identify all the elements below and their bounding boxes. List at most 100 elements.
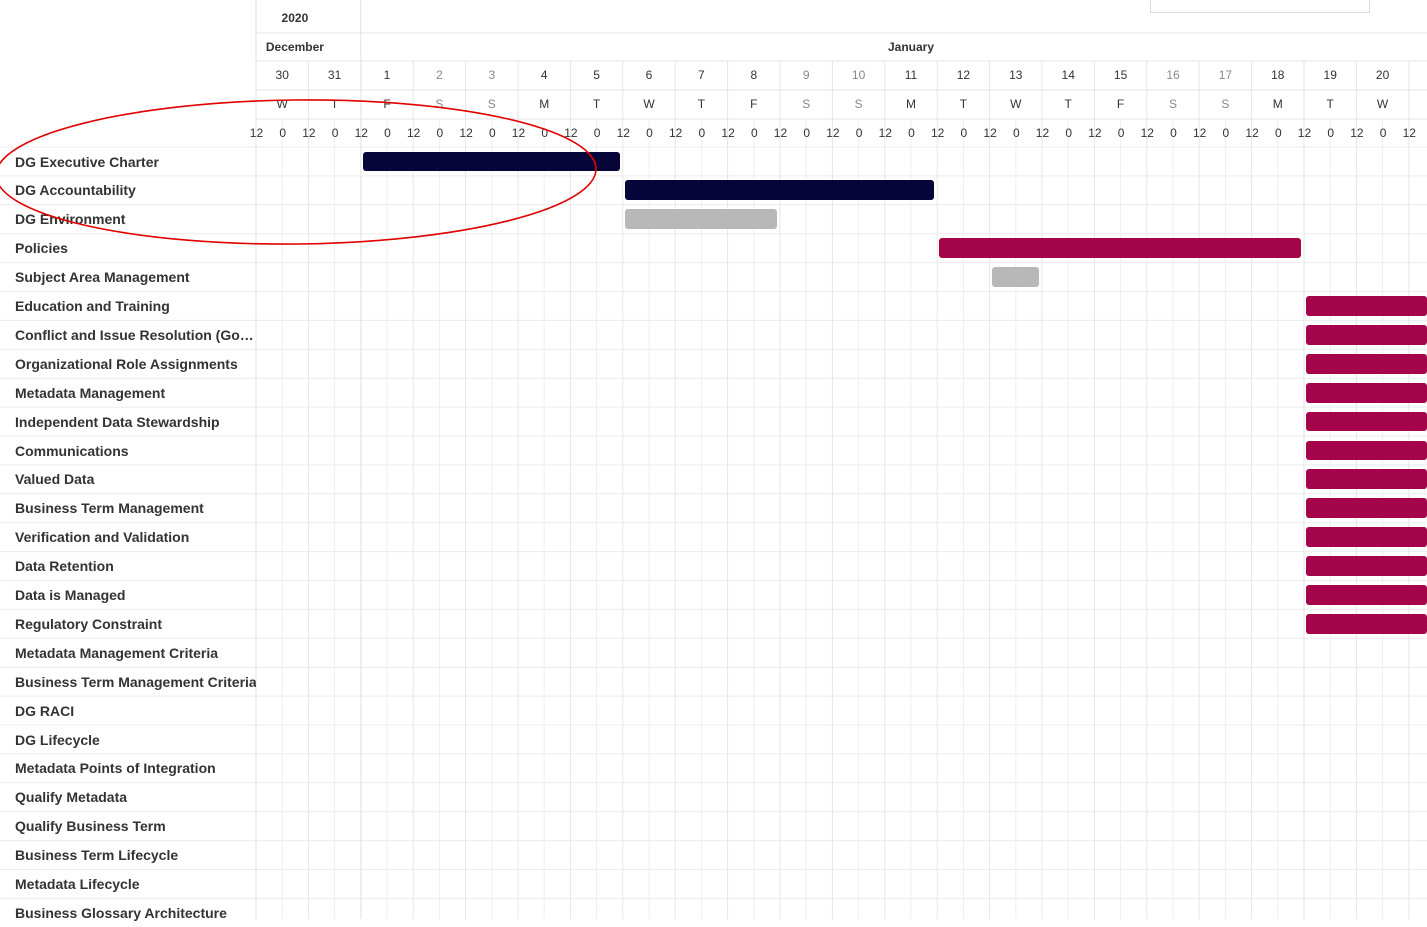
task-label[interactable]: Conflict and Issue Resolution (Go… (15, 321, 256, 349)
day-of-week-label: S (1168, 97, 1177, 111)
day-of-week-label: S (487, 97, 496, 111)
task-bar[interactable] (1306, 353, 1427, 374)
task-label[interactable]: Data Retention (15, 552, 256, 580)
task-bar[interactable] (1306, 440, 1427, 461)
hour-label: 0 (1117, 126, 1125, 140)
hour-label: 12 (669, 126, 683, 140)
day-date-label: 14 (1061, 68, 1075, 82)
day-date-label: 18 (1271, 68, 1285, 82)
task-bar[interactable] (624, 209, 777, 230)
day-of-week-label: S (802, 97, 811, 111)
hour-label: 12 (302, 126, 316, 140)
hour-label: 0 (436, 126, 444, 140)
task-bar[interactable] (1306, 296, 1427, 316)
hour-label: 0 (1422, 119, 1427, 147)
hour-label: 0 (803, 126, 811, 140)
month-label: January (887, 40, 934, 54)
hour-label: 0 (1327, 126, 1335, 140)
hour-label: 0 (541, 126, 549, 140)
task-label[interactable]: Metadata Lifecycle (15, 870, 256, 898)
task-label[interactable]: Metadata Points of Integration (15, 754, 256, 782)
task-label[interactable]: Valued Data (15, 465, 256, 493)
task-label[interactable]: DG Executive Charter (15, 148, 256, 176)
hour-label: 12 (1193, 126, 1207, 140)
day-of-week-label: T (330, 97, 339, 111)
task-label[interactable]: Communications (15, 437, 256, 465)
task-bar[interactable] (991, 267, 1039, 287)
task-label[interactable]: DG RACI (15, 697, 256, 725)
day-of-week-label: S (1221, 97, 1230, 111)
day-date-label: 13 (1009, 68, 1023, 82)
task-label[interactable]: DG Accountability (15, 176, 256, 204)
task-bar[interactable] (1306, 469, 1427, 490)
day-of-week-label: M (905, 97, 916, 111)
task-bar[interactable] (1306, 527, 1427, 548)
task-label[interactable]: Business Term Lifecycle (15, 841, 256, 869)
day-of-week-label: S (854, 97, 863, 111)
task-label[interactable]: DG Lifecycle (15, 726, 256, 754)
hour-label: 0 (1012, 126, 1020, 140)
task-label[interactable]: Business Glossary Architecture (15, 899, 256, 927)
hour-label: 12 (354, 126, 368, 140)
task-bar[interactable] (939, 238, 1301, 259)
task-bar[interactable] (1306, 324, 1427, 345)
hour-label: 0 (698, 126, 706, 140)
day-date-label: 19 (1323, 68, 1337, 82)
task-label[interactable]: Business Term Management (15, 494, 256, 522)
day-date-label: 10 (851, 68, 866, 82)
task-label[interactable]: Metadata Management (15, 379, 256, 407)
day-of-week-label: S (435, 97, 444, 111)
task-label[interactable]: Data is Managed (15, 581, 256, 609)
hour-label: 12 (983, 126, 997, 140)
task-label[interactable]: Subject Area Management (15, 263, 256, 291)
task-label[interactable]: Organizational Role Assignments (15, 350, 256, 378)
task-bar[interactable] (362, 151, 620, 172)
day-of-week-label: T (959, 97, 968, 111)
day-date-label: 16 (1166, 68, 1180, 82)
task-bar[interactable] (1306, 382, 1427, 403)
task-label[interactable]: Qualify Business Term (15, 812, 256, 840)
day-of-week-label: F (1116, 97, 1125, 111)
task-bar[interactable] (1306, 585, 1427, 605)
task-label[interactable]: DG Environment (15, 205, 256, 233)
hour-label: 12 (1140, 126, 1154, 140)
day-date-label: 17 (1218, 68, 1233, 82)
task-label[interactable]: Policies (15, 234, 256, 262)
hour-label: 0 (1065, 126, 1073, 140)
task-label[interactable]: Regulatory Constraint (15, 610, 256, 638)
hour-label: 0 (1222, 126, 1230, 140)
task-bar[interactable] (1306, 498, 1427, 519)
day-date-label: 3 (488, 68, 496, 82)
task-label[interactable]: Qualify Metadata (15, 783, 256, 811)
hour-label: 0 (488, 126, 496, 140)
hour-label: 12 (459, 126, 473, 140)
day-date-label: 21 (1409, 61, 1427, 89)
task-label[interactable]: Education and Training (15, 292, 256, 320)
day-of-week-label: T (1064, 97, 1072, 111)
day-date-label: 6 (645, 68, 653, 82)
day-date-label: 5 (593, 68, 600, 82)
task-label[interactable]: Verification and Validation (15, 523, 256, 551)
hour-label: 0 (1274, 126, 1282, 140)
task-bar[interactable] (624, 180, 935, 201)
task-label[interactable]: Business Term Management Criteria (15, 668, 256, 696)
hour-label: 12 (249, 126, 264, 140)
task-label[interactable]: Metadata Management Criteria (15, 639, 256, 667)
year-label: 2020 (281, 11, 309, 25)
hour-label: 12 (931, 126, 945, 140)
day-date-label: 12 (956, 68, 971, 82)
hour-label: 12 (878, 126, 892, 140)
day-date-label: 31 (327, 68, 342, 82)
hour-label: 0 (279, 126, 287, 140)
day-of-week-label: W (643, 97, 655, 111)
hour-label: 0 (908, 126, 915, 140)
hour-label: 12 (511, 126, 526, 140)
hour-label: 0 (646, 126, 653, 140)
task-bar[interactable] (1306, 411, 1427, 432)
task-label[interactable]: Independent Data Stewardship (15, 408, 256, 436)
hour-label: 0 (855, 126, 863, 140)
task-bar[interactable] (1306, 613, 1427, 634)
hour-label: 0 (384, 126, 391, 140)
task-bar[interactable] (1306, 556, 1427, 576)
day-date-label: 7 (698, 68, 705, 82)
